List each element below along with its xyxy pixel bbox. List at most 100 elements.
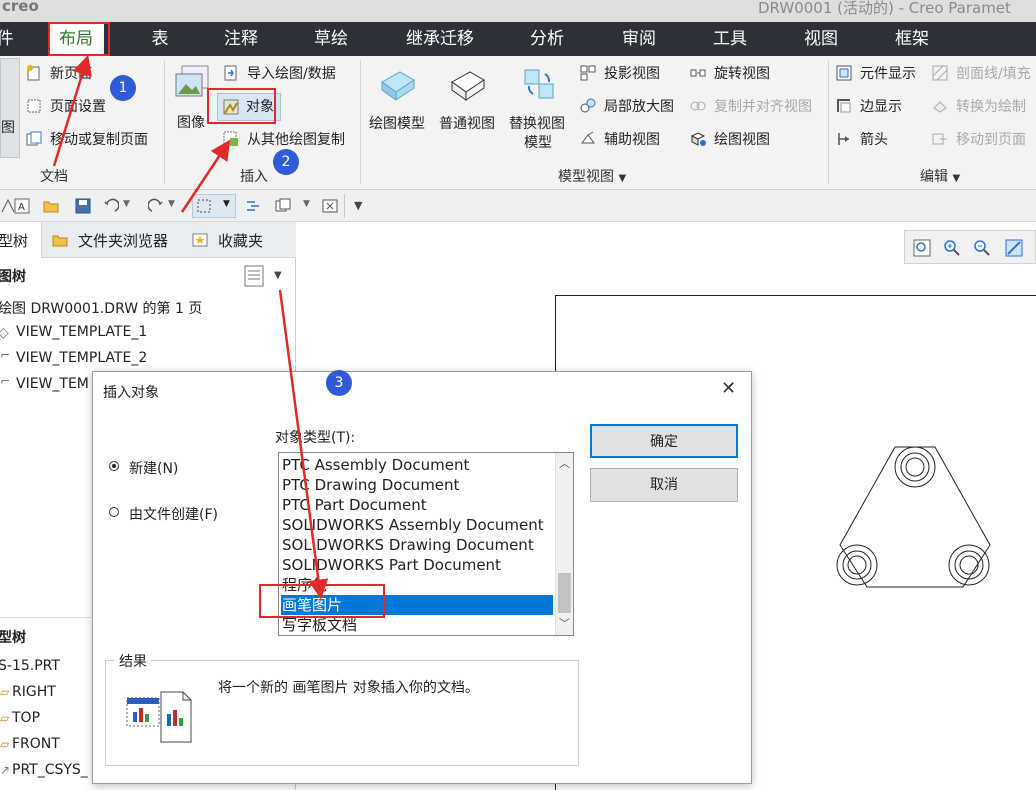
tab-model-tree-label: 型树 <box>0 232 29 250</box>
tree-item[interactable]: S-15.PRT <box>0 658 60 674</box>
redo-dropdown-icon[interactable]: ▼ <box>168 199 175 209</box>
convert-to-drawing-button[interactable]: 转换为绘制 <box>956 98 1026 116</box>
tree-settings-icon[interactable] <box>244 265 264 287</box>
auxiliary-view-button[interactable]: 辅助视图 <box>604 131 660 149</box>
move-to-page-button[interactable]: 移动到页面 <box>956 131 1026 149</box>
image-button[interactable]: 图像 <box>177 114 205 132</box>
tab-legacy-migration[interactable]: 继承迁移 <box>400 22 480 56</box>
app-logo: creo <box>2 0 39 15</box>
new-radio-label[interactable]: 新建(N) <box>129 458 178 478</box>
customize-toolbar-icon[interactable]: ▼ <box>354 199 362 212</box>
copy-from-drawing-icon <box>223 131 238 146</box>
list-item[interactable]: SOLIDWORKS Assembly Document <box>281 515 553 535</box>
tab-view[interactable]: 视图 <box>798 22 844 56</box>
tree-item[interactable]: 绘图 DRW0001.DRW 的第 1 页 <box>0 298 202 318</box>
list-item[interactable]: PTC Assembly Document <box>281 455 553 475</box>
tab-model-tree[interactable]: 型树 <box>0 222 42 258</box>
tree-item[interactable]: VIEW_TEMPLATE_2 <box>16 350 147 366</box>
copy-align-view-button[interactable]: 复制并对齐视图 <box>714 98 812 116</box>
drawing-model-icon <box>381 71 415 101</box>
new-radio[interactable] <box>109 461 119 471</box>
scroll-down-icon[interactable]: ﹀ <box>559 615 570 631</box>
menu-bar: 件 布局 表 注释 草绘 继承迁移 分析 审阅 工具 视图 框架 <box>0 22 1036 56</box>
scroll-up-icon[interactable]: ︿ <box>559 455 570 471</box>
tab-folder-browser[interactable]: 文件夹浏览器 <box>78 230 168 251</box>
tab-sketch[interactable]: 草绘 <box>308 22 354 56</box>
list-item[interactable]: PTC Part Document <box>281 495 553 515</box>
section-line-button[interactable]: 剖面线/填充 <box>956 65 1031 83</box>
replace-view-model-label-2: 模型 <box>524 135 552 151</box>
tab-favorites[interactable]: 收藏夹 <box>218 230 263 251</box>
tree-item[interactable]: FRONT <box>12 736 60 752</box>
copy-from-drawing-button[interactable]: 从其他绘图复制 <box>247 131 345 149</box>
undo-dropdown-icon[interactable]: ▼ <box>123 199 130 209</box>
list-item[interactable]: 写字板文档 <box>281 615 553 635</box>
close-window-icon[interactable] <box>322 198 338 214</box>
regenerate-icon[interactable] <box>245 198 261 214</box>
detail-view-icon <box>580 98 596 113</box>
from-file-radio-label[interactable]: 由文件创建(F) <box>129 504 218 524</box>
move-copy-page-button[interactable]: 移动或复制页面 <box>50 131 148 149</box>
tree-settings-dropdown-icon[interactable]: ▼ <box>274 270 282 281</box>
ribbon-separator <box>828 60 829 184</box>
page-setup-button[interactable]: 页面设置 <box>50 98 106 116</box>
list-item[interactable]: SOLIDWORKS Part Document <box>281 555 553 575</box>
tab-annotate[interactable]: 注释 <box>218 22 264 56</box>
csys-icon: ↗ <box>0 763 11 777</box>
tab-review[interactable]: 审阅 <box>616 22 662 56</box>
scrollbar-thumb[interactable] <box>558 573 571 613</box>
sheets-button[interactable]: 图 <box>0 58 20 158</box>
chevron-down-icon: ▼ <box>223 199 230 209</box>
tab-file[interactable]: 件 <box>0 22 16 56</box>
tree-item[interactable]: VIEW_TEM <box>16 376 89 392</box>
from-file-radio[interactable] <box>109 507 119 517</box>
projection-view-button[interactable]: 投影视图 <box>604 65 660 83</box>
model-views-group-text: 模型视图 <box>558 169 614 185</box>
selection-box-button[interactable]: ▼ <box>192 194 236 218</box>
tree-item[interactable]: TOP <box>12 710 40 726</box>
tree-item[interactable]: PRT_CSYS_ <box>12 762 88 778</box>
section-line-icon <box>932 65 948 81</box>
copy-align-view-icon <box>690 101 706 111</box>
tree-item[interactable]: VIEW_TEMPLATE_1 <box>16 324 147 340</box>
edit-group-label[interactable]: 编辑 ▼ <box>920 166 960 186</box>
list-item[interactable]: SOLIDWORKS Drawing Document <box>281 535 553 555</box>
zoom-in-icon[interactable] <box>943 239 961 257</box>
import-drawing-button[interactable]: 导入绘图/数据 <box>247 65 336 83</box>
save-icon[interactable] <box>75 198 91 214</box>
edge-display-button[interactable]: 边显示 <box>860 98 902 116</box>
redo-icon[interactable] <box>148 198 164 214</box>
tab-table[interactable]: 表 <box>140 22 180 56</box>
repaint-icon[interactable] <box>1005 239 1023 257</box>
model-views-group-label[interactable]: 模型视图 ▼ <box>558 166 626 186</box>
revolved-view-button[interactable]: 旋转视图 <box>714 65 770 83</box>
drawing-model-button[interactable]: 绘图模型 <box>369 115 425 133</box>
close-icon[interactable]: ✕ <box>721 378 736 399</box>
arrow-button[interactable]: 箭头 <box>860 131 888 149</box>
toolbar-separator <box>344 194 345 218</box>
undo-icon[interactable] <box>103 198 119 214</box>
zoom-out-icon[interactable] <box>973 239 991 257</box>
list-scrollbar[interactable]: ︿ ﹀ <box>555 453 573 635</box>
windows-icon[interactable] <box>275 198 291 214</box>
ok-button[interactable]: 确定 <box>590 424 738 458</box>
detail-view-button[interactable]: 局部放大图 <box>604 98 674 116</box>
open-folder-icon[interactable] <box>43 198 59 214</box>
component-display-button[interactable]: 元件显示 <box>860 65 916 83</box>
general-view-button[interactable]: 普通视图 <box>439 115 495 133</box>
tab-tools[interactable]: 工具 <box>707 22 753 56</box>
zoom-fit-icon[interactable] <box>913 239 931 257</box>
tree-item[interactable]: RIGHT <box>12 684 56 700</box>
annotation-icon[interactable]: A <box>14 198 30 214</box>
drawing-view-button[interactable]: 绘图视图 <box>714 131 770 149</box>
cancel-button[interactable]: 取消 <box>590 468 738 502</box>
title-bar: creo DRW0001 (活动的) - Creo Paramet <box>0 0 1036 22</box>
new-page-button[interactable]: 新页面 <box>50 65 92 83</box>
tab-frame[interactable]: 框架 <box>889 22 935 56</box>
tab-analysis[interactable]: 分析 <box>524 22 570 56</box>
replace-view-model-button[interactable]: 替换视图 <box>509 115 565 133</box>
list-item[interactable]: PTC Drawing Document <box>281 475 553 495</box>
windows-dropdown-icon[interactable]: ▼ <box>303 199 310 209</box>
radio-dot <box>112 464 116 468</box>
replace-view-model-icon <box>524 69 554 99</box>
